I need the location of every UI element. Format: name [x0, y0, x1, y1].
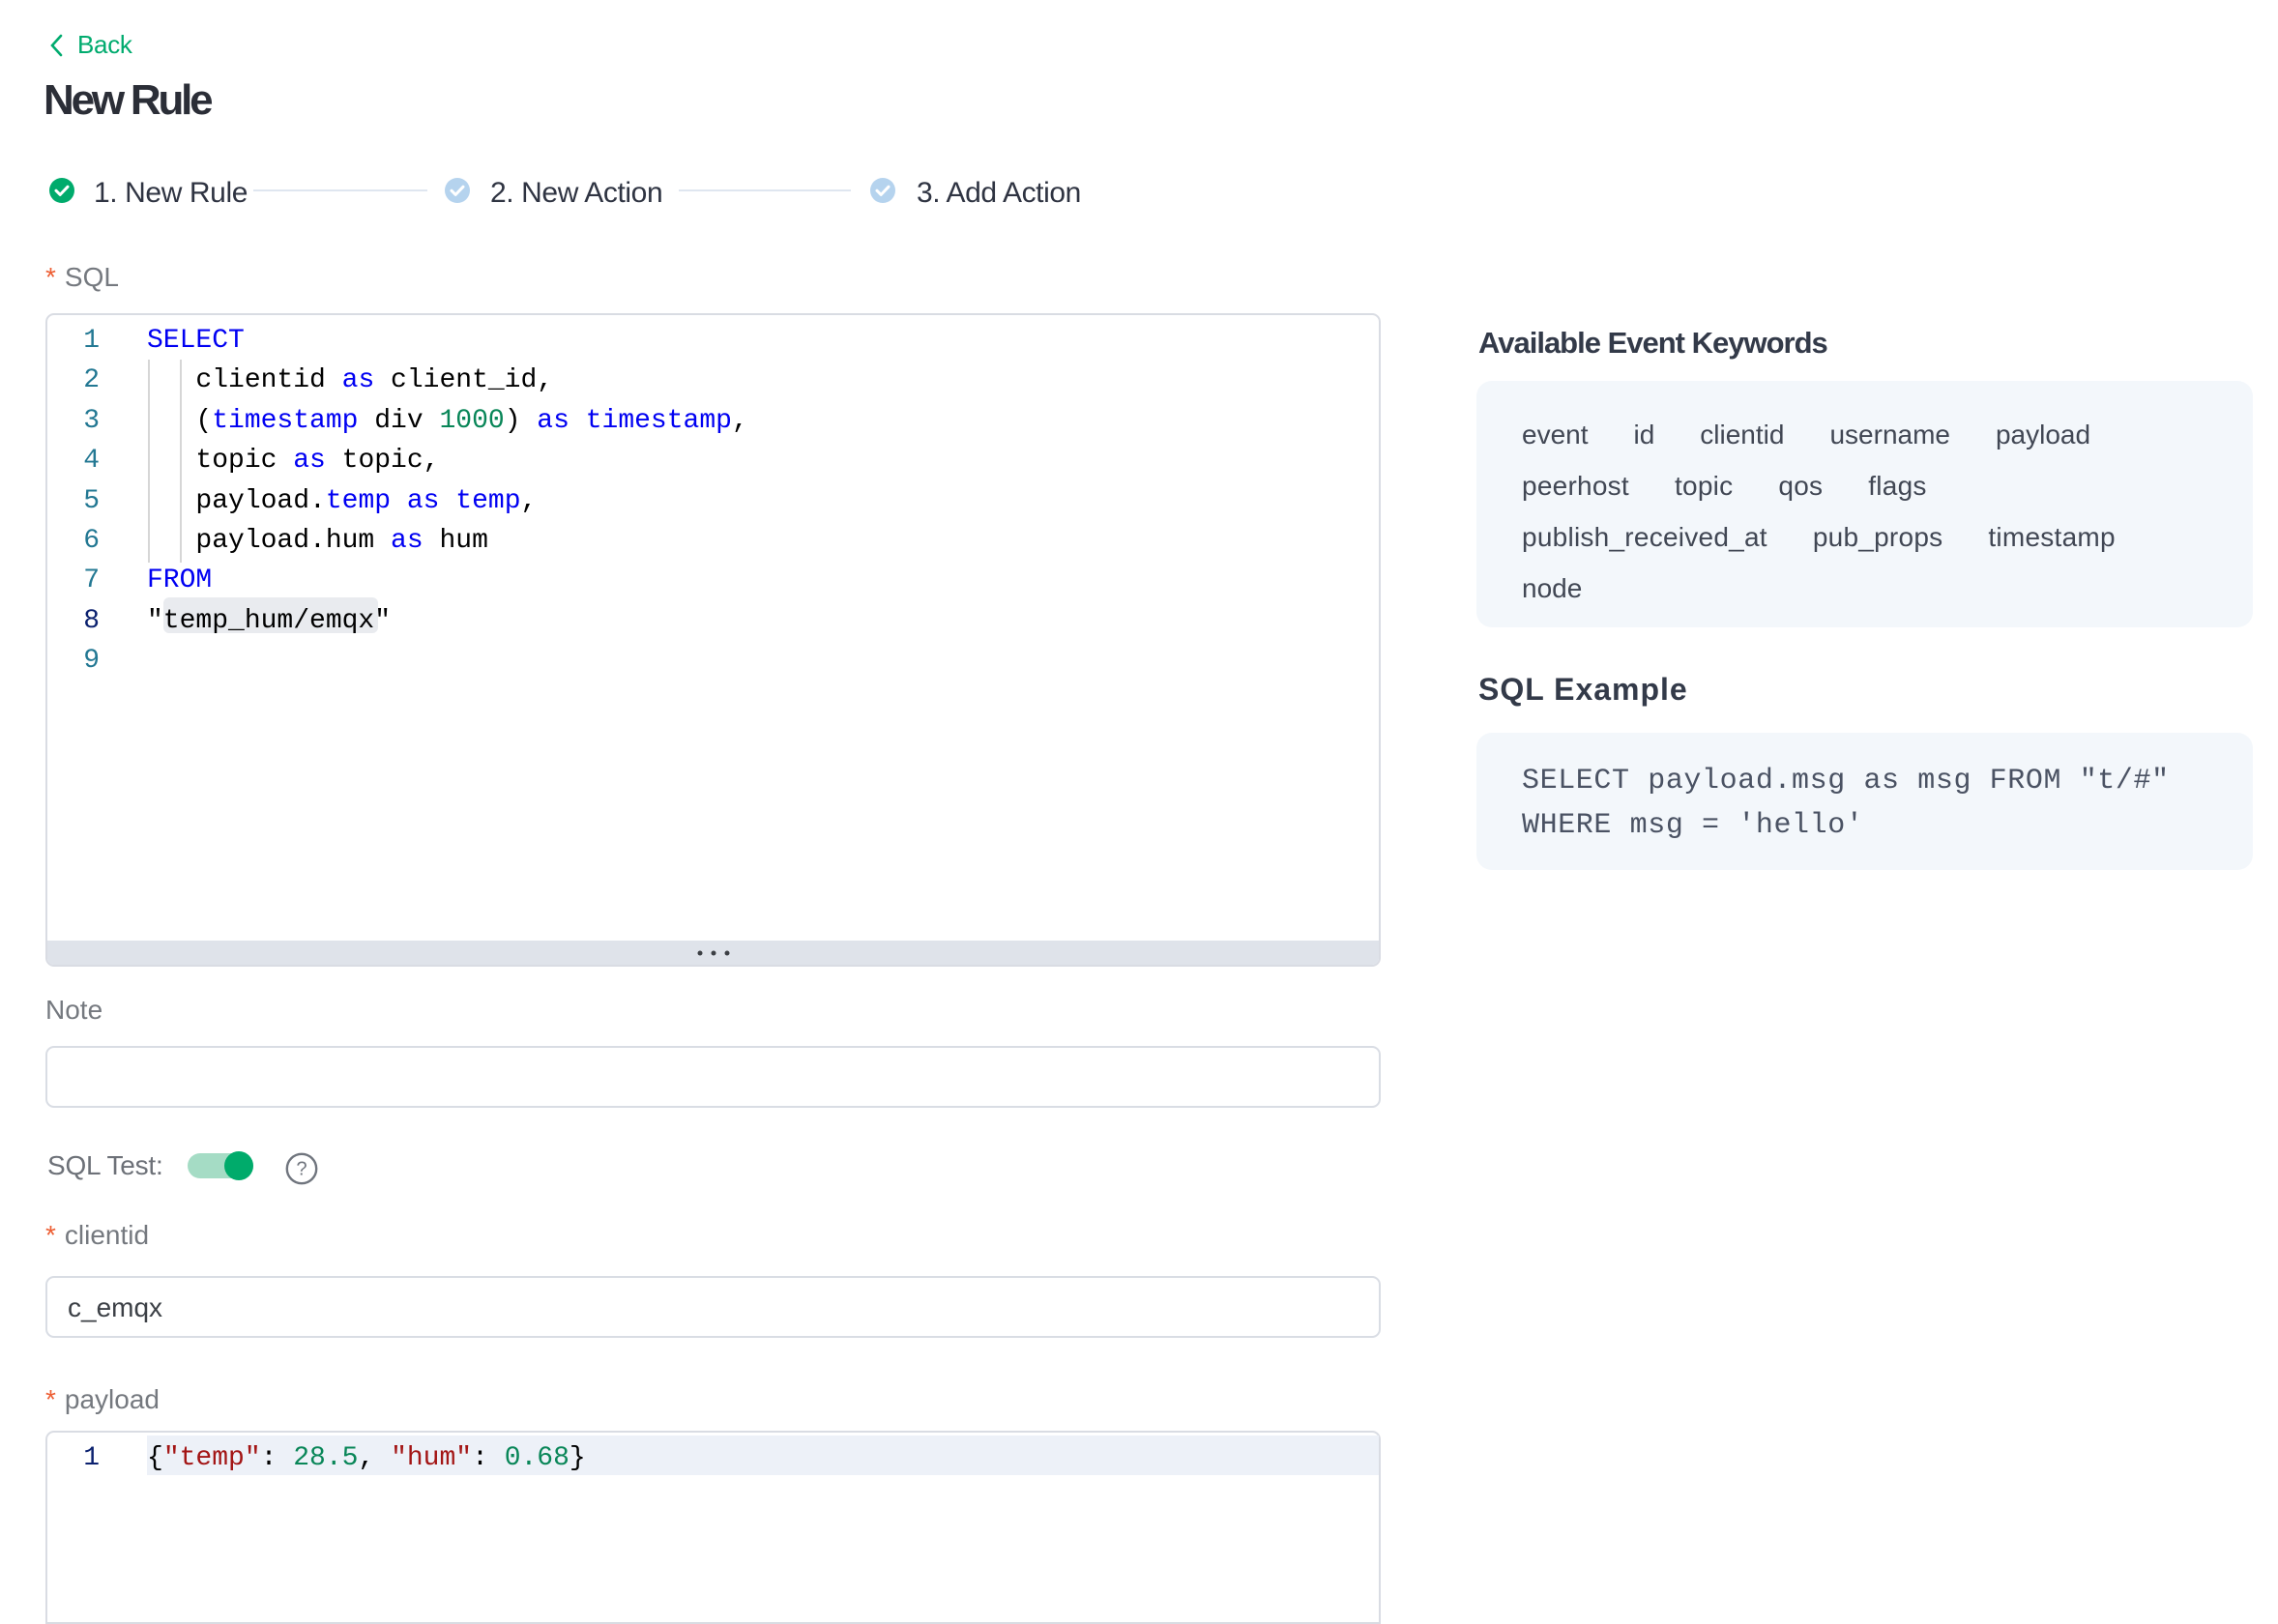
- svg-text:?: ?: [296, 1159, 307, 1180]
